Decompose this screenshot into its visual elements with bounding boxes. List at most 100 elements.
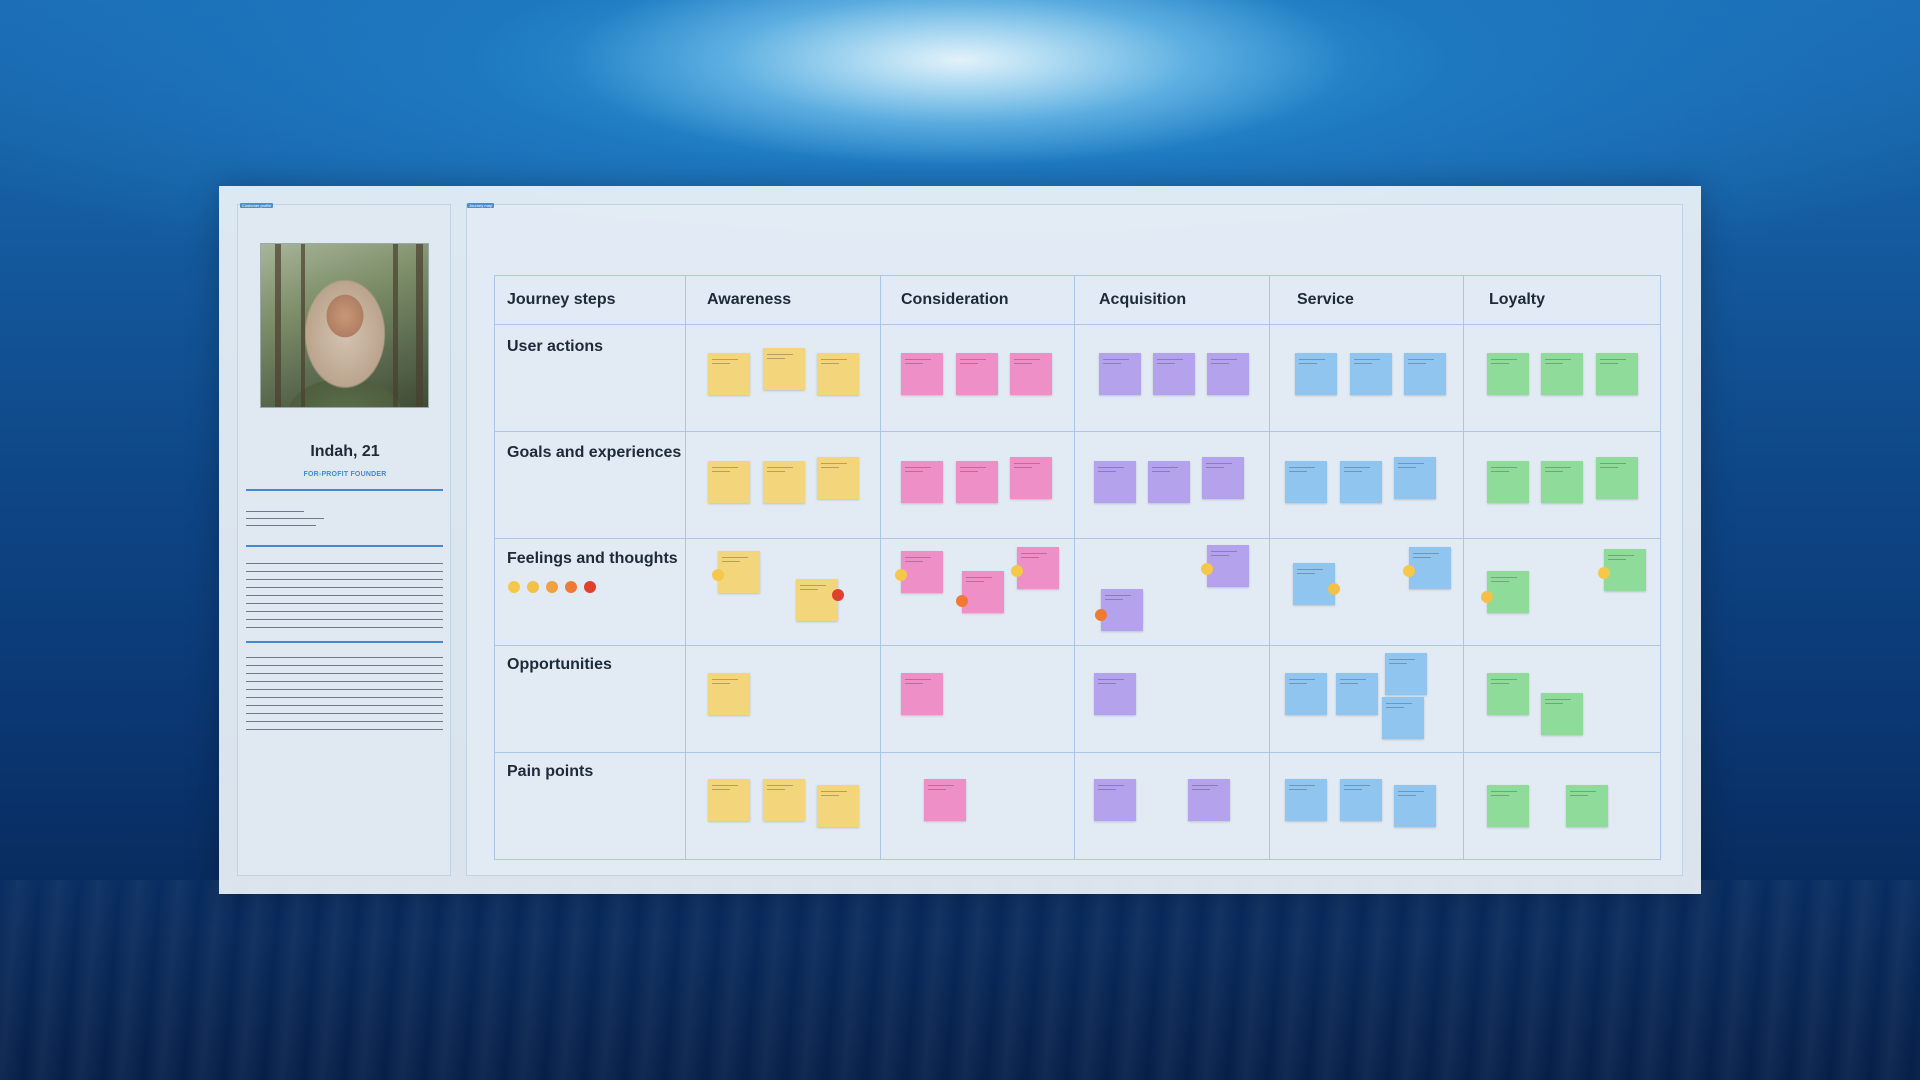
sticky-note[interactable] (763, 779, 805, 821)
text-line (246, 673, 443, 674)
persona-name: Indah, 21 (310, 443, 380, 460)
header-loyalty: Loyalty (1489, 291, 1546, 308)
sticky-note[interactable] (1541, 461, 1583, 503)
sticky-note[interactable] (1207, 353, 1249, 395)
happy-emoji-icon (527, 581, 539, 593)
happy-emoji-icon (895, 569, 907, 581)
sticky-note[interactable] (1010, 353, 1052, 395)
neutral-emoji-icon (546, 581, 558, 593)
sticky-note[interactable] (1148, 461, 1190, 503)
sticky-note[interactable] (708, 779, 750, 821)
sticky-note[interactable] (1285, 779, 1327, 821)
sticky-note[interactable] (763, 461, 805, 503)
text-line (246, 587, 443, 588)
happy-emoji-icon (1011, 565, 1023, 577)
persona-divider (246, 489, 443, 491)
text-line (246, 518, 324, 519)
sticky-note[interactable] (1295, 353, 1337, 395)
row-label-feelings: Feelings and thoughts (507, 550, 678, 567)
angry-emoji-icon (832, 589, 844, 601)
sticky-note[interactable] (1385, 653, 1427, 695)
sticky-note[interactable] (708, 353, 750, 395)
sticky-note[interactable] (1409, 547, 1451, 589)
header-service: Service (1297, 291, 1354, 308)
sticky-note[interactable] (1010, 457, 1052, 499)
sticky-note[interactable] (1394, 457, 1436, 499)
sticky-note[interactable] (1404, 353, 1446, 395)
sticky-note[interactable] (901, 461, 943, 503)
sticky-note[interactable] (1094, 779, 1136, 821)
sticky-note[interactable] (1153, 353, 1195, 395)
journey-board: Journey map Journey steps Awareness Cons… (466, 203, 1683, 876)
text-line (246, 511, 304, 512)
sad-emoji-icon (565, 581, 577, 593)
header-consideration: Consideration (901, 291, 1009, 308)
sticky-note[interactable] (956, 461, 998, 503)
sticky-note[interactable] (1487, 571, 1529, 613)
sticky-note[interactable] (1094, 673, 1136, 715)
sticky-note[interactable] (1604, 549, 1646, 591)
sticky-note[interactable] (1188, 779, 1230, 821)
sticky-note[interactable] (1596, 457, 1638, 499)
sticky-note[interactable] (924, 779, 966, 821)
sticky-note[interactable] (1350, 353, 1392, 395)
sticky-note[interactable] (1566, 785, 1608, 827)
text-line (246, 729, 443, 730)
sticky-note[interactable] (1285, 673, 1327, 715)
text-line (246, 611, 443, 612)
persona-divider (246, 641, 443, 643)
header-journey-steps: Journey steps (507, 291, 616, 308)
text-line (246, 619, 443, 620)
header-acquisition: Acquisition (1099, 291, 1187, 308)
sticky-note[interactable] (1017, 547, 1059, 589)
sticky-note[interactable] (817, 785, 859, 827)
sticky-note[interactable] (1207, 545, 1249, 587)
sticky-note[interactable] (718, 551, 760, 593)
text-line (246, 665, 443, 666)
sticky-note[interactable] (817, 353, 859, 395)
persona-panel: Customer profile Indah, 21 FOR-PROFIT FO… (237, 203, 451, 876)
sticky-note[interactable] (1099, 353, 1141, 395)
happy-emoji-icon (1328, 583, 1340, 595)
sticky-note[interactable] (1487, 673, 1529, 715)
text-line (246, 563, 443, 564)
sticky-note[interactable] (763, 348, 805, 390)
sticky-note[interactable] (1487, 353, 1529, 395)
sticky-note[interactable] (1340, 461, 1382, 503)
row-label-goals: Goals and experiences (507, 444, 682, 461)
sad-emoji-icon (1095, 609, 1107, 621)
sticky-note[interactable] (1094, 461, 1136, 503)
sticky-note[interactable] (1340, 779, 1382, 821)
text-line (246, 681, 443, 682)
sticky-note[interactable] (901, 551, 943, 593)
sticky-note[interactable] (956, 353, 998, 395)
sticky-note[interactable] (962, 571, 1004, 613)
sticky-note[interactable] (901, 353, 943, 395)
sticky-note[interactable] (1541, 353, 1583, 395)
persona-photo (260, 243, 429, 408)
text-line (246, 657, 443, 658)
sticky-note[interactable] (1394, 785, 1436, 827)
sticky-note[interactable] (1382, 697, 1424, 739)
sticky-note[interactable] (708, 673, 750, 715)
happy-emoji-icon (1201, 563, 1213, 575)
persona-role: FOR-PROFIT FOUNDER (303, 471, 387, 478)
text-line (246, 603, 443, 604)
sticky-note[interactable] (1101, 589, 1143, 631)
sticky-note[interactable] (1541, 693, 1583, 735)
sticky-note[interactable] (1285, 461, 1327, 503)
journey-board-tag: Journey map (467, 203, 495, 208)
sticky-note[interactable] (817, 457, 859, 499)
persona-divider (246, 545, 443, 547)
journey-grid: Journey steps Awareness Consideration Ac… (494, 275, 1661, 860)
sticky-note[interactable] (1596, 353, 1638, 395)
sticky-note[interactable] (901, 673, 943, 715)
text-line (246, 595, 443, 596)
sticky-note[interactable] (708, 461, 750, 503)
sticky-note[interactable] (1487, 785, 1529, 827)
sticky-note[interactable] (796, 579, 838, 621)
text-line (246, 689, 443, 690)
sticky-note[interactable] (1487, 461, 1529, 503)
sticky-note[interactable] (1202, 457, 1244, 499)
sticky-note[interactable] (1336, 673, 1378, 715)
